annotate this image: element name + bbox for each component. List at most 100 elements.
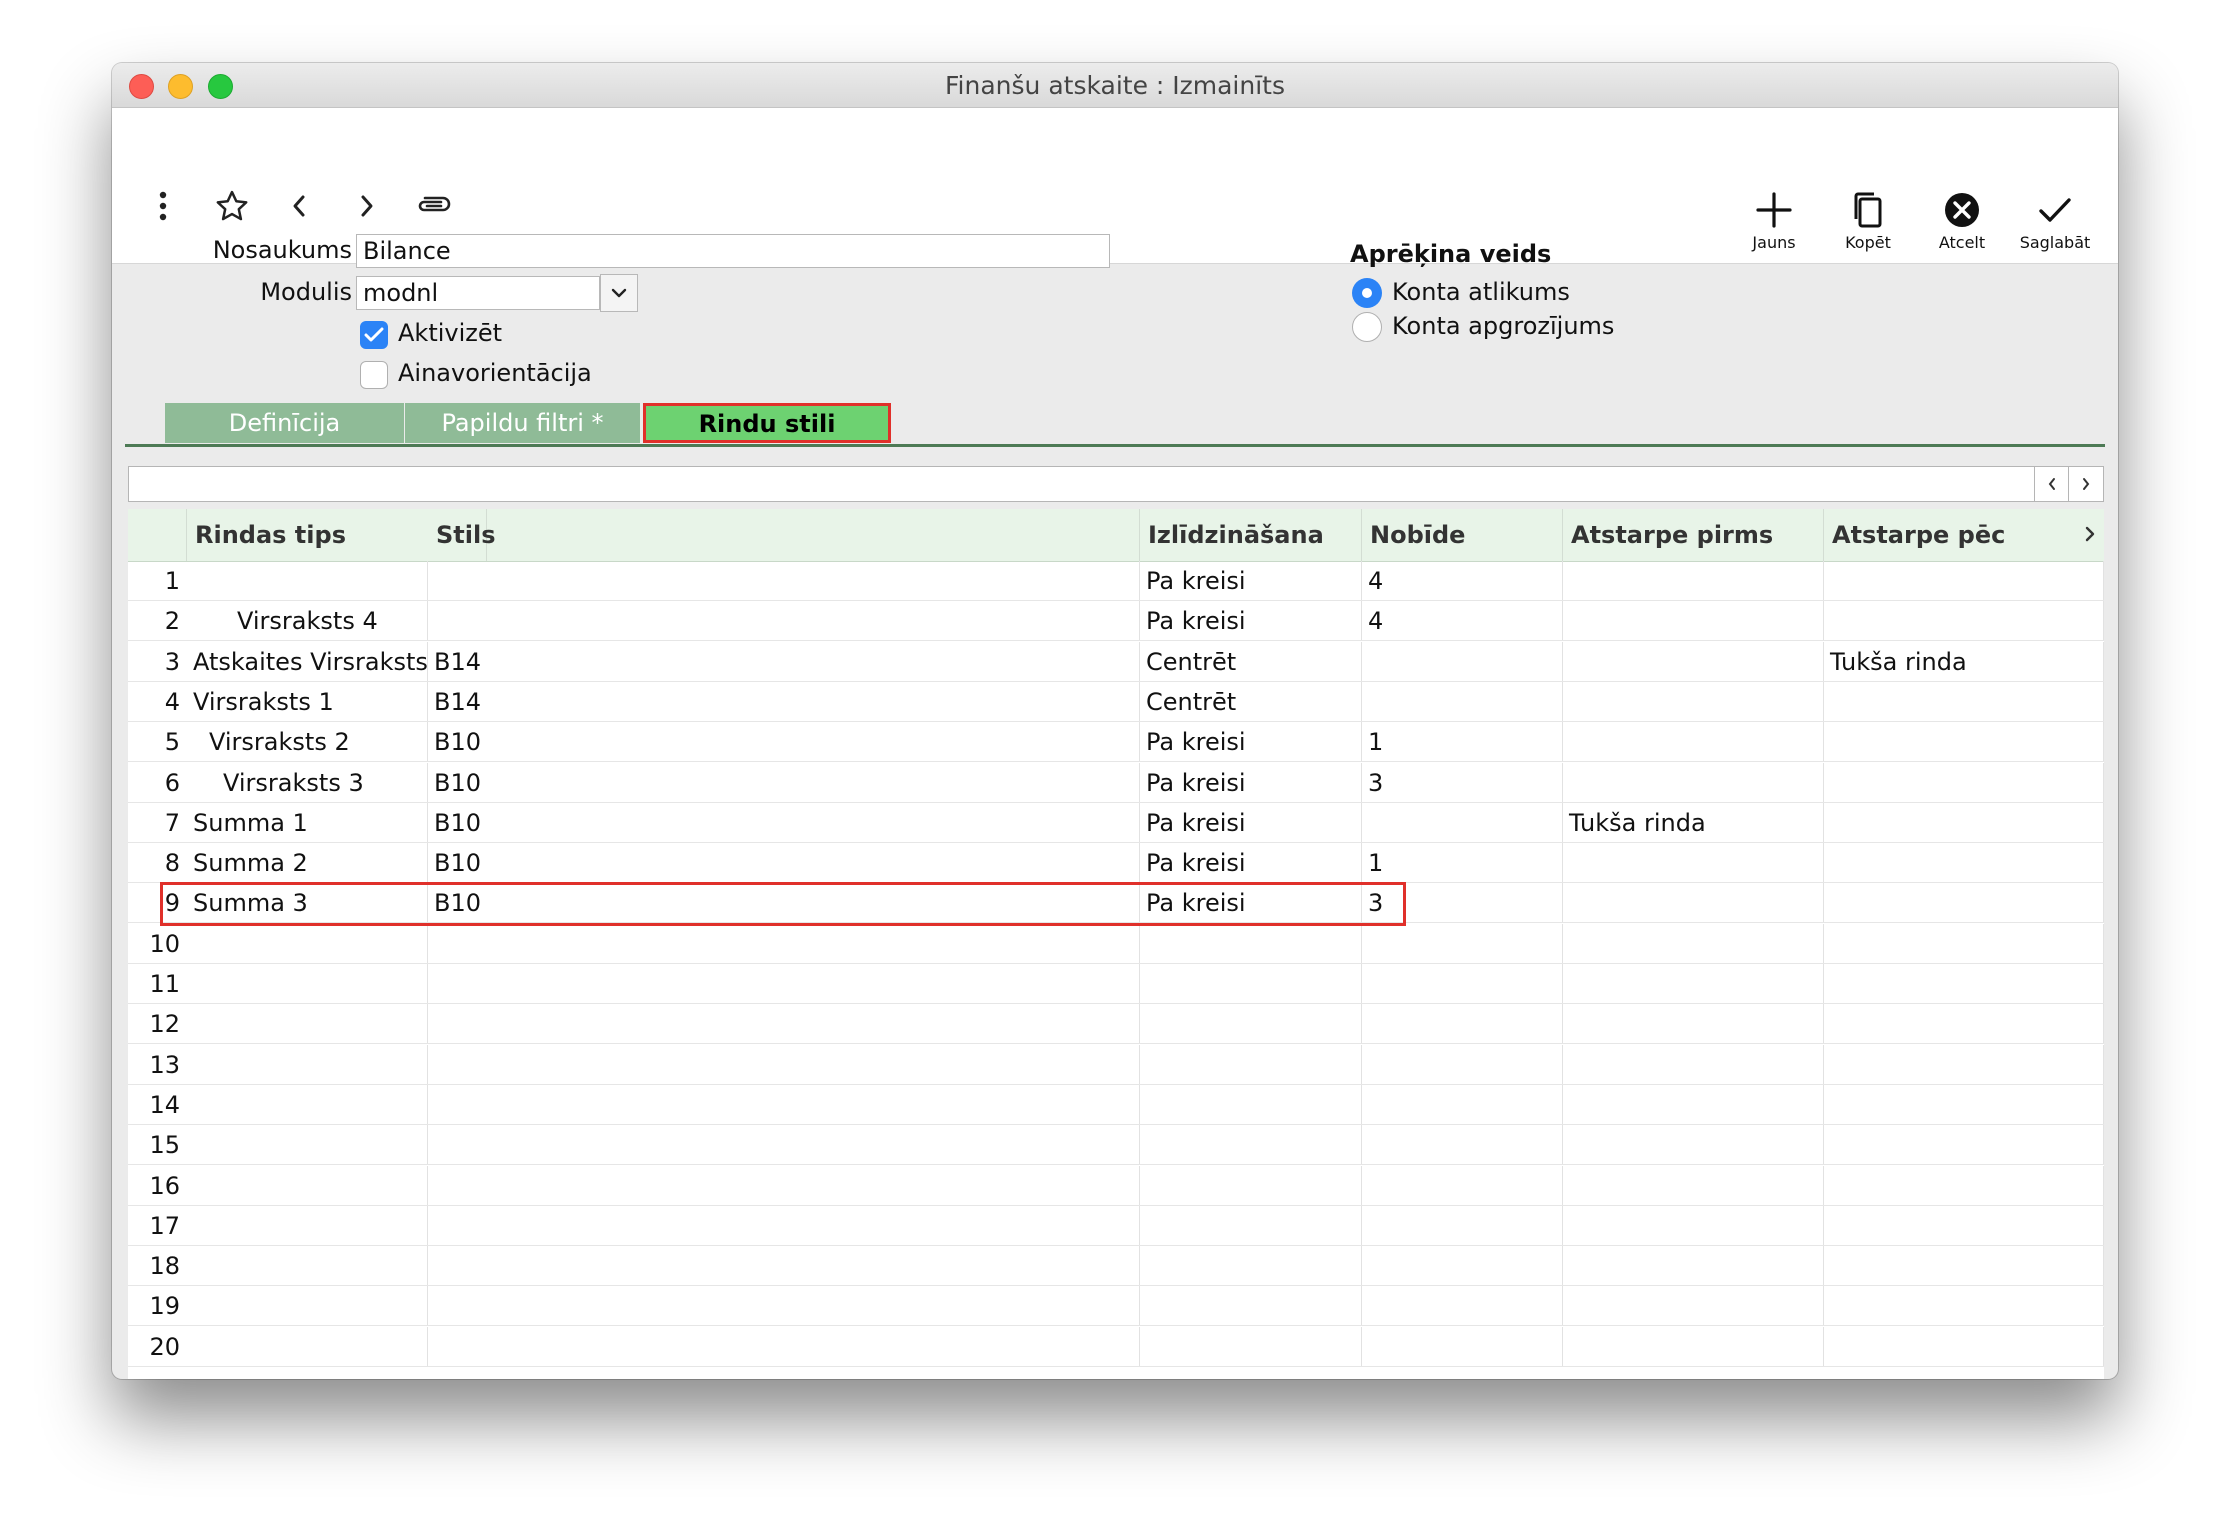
cell-before[interactable] (1563, 843, 1824, 883)
cell-type[interactable]: Summa 3 (187, 883, 428, 923)
cell-type[interactable]: Summa 1 (187, 802, 428, 842)
cell-before[interactable] (1563, 1004, 1824, 1044)
cell-align[interactable] (1140, 1246, 1362, 1286)
more-columns-chevron-icon[interactable] (2084, 523, 2096, 549)
cell-type[interactable] (187, 561, 428, 600)
cell-indent[interactable] (1362, 964, 1563, 1003)
cell-after[interactable] (1824, 681, 2104, 721)
cell-style[interactable] (428, 1125, 1140, 1165)
cell-before[interactable] (1563, 883, 1824, 923)
cell-type[interactable] (187, 964, 428, 1003)
cell-indent[interactable] (1362, 1125, 1563, 1165)
cell-indent[interactable] (1362, 1044, 1563, 1084)
cell-indent[interactable]: 3 (1362, 883, 1563, 923)
cell-indent[interactable]: 1 (1362, 722, 1563, 762)
header-space-before[interactable]: Atstarpe pirms (1563, 509, 1824, 561)
cell-style[interactable]: B14 (428, 641, 1140, 681)
cell-align[interactable]: Centrēt (1140, 681, 1362, 721)
cell-style[interactable]: B10 (428, 843, 1140, 883)
activate-checkbox[interactable] (360, 321, 388, 349)
cell-style[interactable] (428, 1286, 1140, 1326)
table-row[interactable]: 12 (128, 1004, 2104, 1045)
cell-before[interactable] (1563, 762, 1824, 802)
more-vertical-icon[interactable] (148, 188, 178, 224)
cell-after[interactable]: Tukša rinda (1824, 641, 2104, 681)
cell-align[interactable] (1140, 1004, 1362, 1044)
cell-after[interactable] (1824, 1125, 2104, 1165)
cell-before[interactable] (1563, 681, 1824, 721)
table-row[interactable]: 3 Atskaites Virsraksts B14 Centrēt Tukša rin… (128, 641, 2104, 682)
cell-type[interactable] (187, 1246, 428, 1286)
cell-after[interactable] (1824, 561, 2104, 600)
cell-style[interactable] (428, 1326, 1140, 1366)
table-row[interactable]: 2 Virsraksts 4 Pa kreisi 4 (128, 601, 2104, 642)
table-row[interactable]: 10 (128, 923, 2104, 964)
cell-before[interactable] (1563, 722, 1824, 762)
cell-after[interactable] (1824, 964, 2104, 1003)
cell-before[interactable] (1563, 1084, 1824, 1124)
cell-style[interactable] (428, 601, 1140, 641)
table-row[interactable]: 16 (128, 1165, 2104, 1206)
cell-style[interactable] (428, 1084, 1140, 1124)
cell-before[interactable] (1563, 1044, 1824, 1084)
cell-type[interactable]: Virsraksts 4 (187, 601, 428, 641)
header-indent[interactable]: Nobīde (1362, 509, 1563, 561)
cell-style[interactable] (428, 1246, 1140, 1286)
cell-type[interactable]: Atskaites Virsraksts (187, 641, 428, 681)
table-row[interactable]: 13 (128, 1044, 2104, 1085)
cell-indent[interactable] (1362, 1246, 1563, 1286)
cell-after[interactable] (1824, 1084, 2104, 1124)
cell-before[interactable] (1563, 1326, 1824, 1366)
cell-type[interactable] (187, 1326, 428, 1366)
cell-style[interactable] (428, 1044, 1140, 1084)
cell-indent[interactable] (1362, 1326, 1563, 1366)
table-row[interactable]: 7 Summa 1 B10 Pa kreisi Tukša rinda (128, 802, 2104, 843)
cell-style[interactable] (428, 561, 1140, 600)
new-button[interactable]: Jauns (1729, 188, 1819, 252)
cell-align[interactable] (1140, 1286, 1362, 1326)
table-row[interactable]: 1 Pa kreisi 4 (128, 561, 2104, 601)
table-row[interactable]: 6 Virsraksts 3 B10 Pa kreisi 3 (128, 762, 2104, 803)
cell-align[interactable] (1140, 1125, 1362, 1165)
cell-type[interactable]: Summa 2 (187, 843, 428, 883)
table-row[interactable]: 19 (128, 1286, 2104, 1327)
cell-align[interactable]: Pa kreisi (1140, 762, 1362, 802)
cell-align[interactable] (1140, 1326, 1362, 1366)
cell-style[interactable]: B10 (428, 762, 1140, 802)
cell-before[interactable] (1563, 923, 1824, 963)
cell-type[interactable]: Virsraksts 3 (187, 762, 428, 802)
cell-align[interactable]: Pa kreisi (1140, 601, 1362, 641)
cell-align[interactable] (1140, 964, 1362, 1003)
tab-row-styles[interactable]: Rindu stili (643, 403, 891, 443)
radio-account-balance[interactable] (1352, 278, 1382, 308)
paperclip-icon[interactable] (412, 188, 454, 224)
cell-style[interactable] (428, 923, 1140, 963)
cell-align[interactable]: Pa kreisi (1140, 883, 1362, 923)
cell-type[interactable] (187, 1044, 428, 1084)
cell-before[interactable] (1563, 964, 1824, 1003)
cell-after[interactable] (1824, 722, 2104, 762)
cell-type[interactable] (187, 1125, 428, 1165)
tab-additional-filters[interactable]: Papildu filtri * (405, 403, 640, 443)
cell-style[interactable]: B10 (428, 722, 1140, 762)
cell-style[interactable] (428, 964, 1140, 1003)
table-row[interactable]: 8 Summa 2 B10 Pa kreisi 1 (128, 843, 2104, 884)
cell-align[interactable] (1140, 1205, 1362, 1245)
tab-definition[interactable]: Definīcija (165, 403, 404, 443)
cell-type[interactable] (187, 1205, 428, 1245)
cell-indent[interactable]: 1 (1362, 843, 1563, 883)
scroll-left-arrow[interactable] (2034, 467, 2069, 501)
table-row[interactable]: 14 (128, 1084, 2104, 1125)
cell-indent[interactable]: 3 (1362, 762, 1563, 802)
cell-type[interactable] (187, 1084, 428, 1124)
cell-style[interactable]: B10 (428, 883, 1140, 923)
cell-after[interactable] (1824, 1165, 2104, 1205)
name-field[interactable]: Bilance (356, 234, 1110, 268)
cell-align[interactable] (1140, 1084, 1362, 1124)
cell-indent[interactable] (1362, 641, 1563, 681)
cell-after[interactable] (1824, 1286, 2104, 1326)
cell-after[interactable] (1824, 802, 2104, 842)
cell-after[interactable] (1824, 1246, 2104, 1286)
cell-indent[interactable] (1362, 1286, 1563, 1326)
cell-indent[interactable] (1362, 1004, 1563, 1044)
